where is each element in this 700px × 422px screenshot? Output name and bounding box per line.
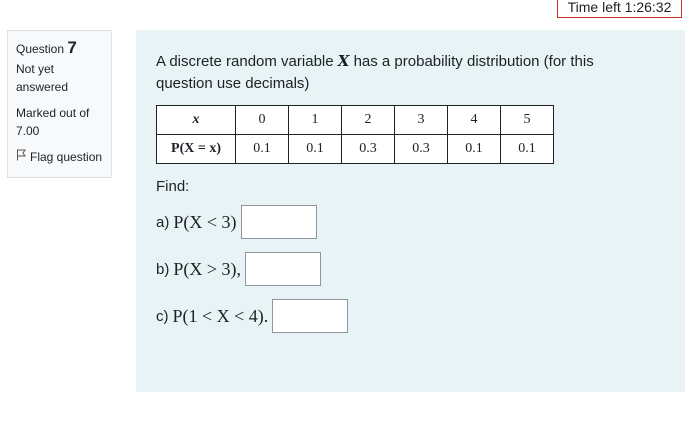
flag-question-button[interactable]: Flag question bbox=[16, 148, 103, 166]
question-state: Not yet answered bbox=[16, 62, 69, 94]
table-cell: 0.1 bbox=[235, 134, 289, 164]
question-content: A discrete random variable X has a proba… bbox=[136, 30, 685, 392]
table-cell: 0.1 bbox=[447, 134, 501, 164]
question-number: Question 7 bbox=[16, 39, 103, 58]
answer-b-input[interactable] bbox=[245, 252, 321, 286]
part-c-expression: P(1 < X < 4). bbox=[172, 305, 269, 326]
question-label: Question bbox=[16, 42, 65, 56]
table-cell: 0.3 bbox=[341, 134, 395, 164]
question-text: A discrete random variable X has a proba… bbox=[156, 52, 594, 92]
flag-icon bbox=[16, 148, 27, 166]
table-row-x: x 0 1 2 3 4 5 bbox=[156, 105, 554, 135]
question-grade: Marked out of 7.00 bbox=[16, 106, 90, 138]
variable-x: X bbox=[337, 52, 350, 70]
part-a-expression: P(X < 3) bbox=[173, 211, 237, 232]
table-cell: 3 bbox=[394, 105, 448, 135]
question-number-value: 7 bbox=[67, 38, 77, 57]
part-c: c) P(1 < X < 4). bbox=[156, 299, 665, 333]
part-b-label: b) bbox=[156, 260, 170, 278]
answer-c-input[interactable] bbox=[272, 299, 349, 333]
table-cell: 0.3 bbox=[394, 134, 448, 164]
part-c-label: c) bbox=[156, 307, 169, 325]
answer-a-input[interactable] bbox=[240, 205, 317, 239]
probability-distribution-table: x 0 1 2 3 4 5 P(X = x) 0.1 0.1 0.3 0.3 0… bbox=[156, 105, 554, 164]
table-row-p: P(X = x) 0.1 0.1 0.3 0.3 0.1 0.1 bbox=[156, 134, 554, 164]
table-cell: 2 bbox=[341, 105, 395, 135]
time-left-indicator: Time left 1:26:32 bbox=[557, 0, 682, 18]
table-cell: 5 bbox=[500, 105, 554, 135]
table-cell: 0 bbox=[235, 105, 289, 135]
part-a-label: a) bbox=[156, 213, 170, 231]
question-info-panel: Question 7 Not yet answered Marked out o… bbox=[7, 30, 112, 178]
table-cell: 0.1 bbox=[288, 134, 342, 164]
find-label: Find: bbox=[156, 178, 190, 195]
part-a: a) P(X < 3) bbox=[156, 205, 665, 239]
table-header-x: x bbox=[156, 105, 236, 135]
table-cell: 0.1 bbox=[500, 134, 554, 164]
flag-question-label: Flag question bbox=[30, 150, 103, 164]
table-header-p: P(X = x) bbox=[156, 134, 236, 164]
table-cell: 1 bbox=[288, 105, 342, 135]
time-left-text: Time left 1:26:32 bbox=[567, 0, 672, 15]
part-b: b) P(X > 3), bbox=[156, 252, 665, 286]
table-cell: 4 bbox=[447, 105, 501, 135]
part-b-expression: P(X > 3), bbox=[173, 258, 241, 279]
